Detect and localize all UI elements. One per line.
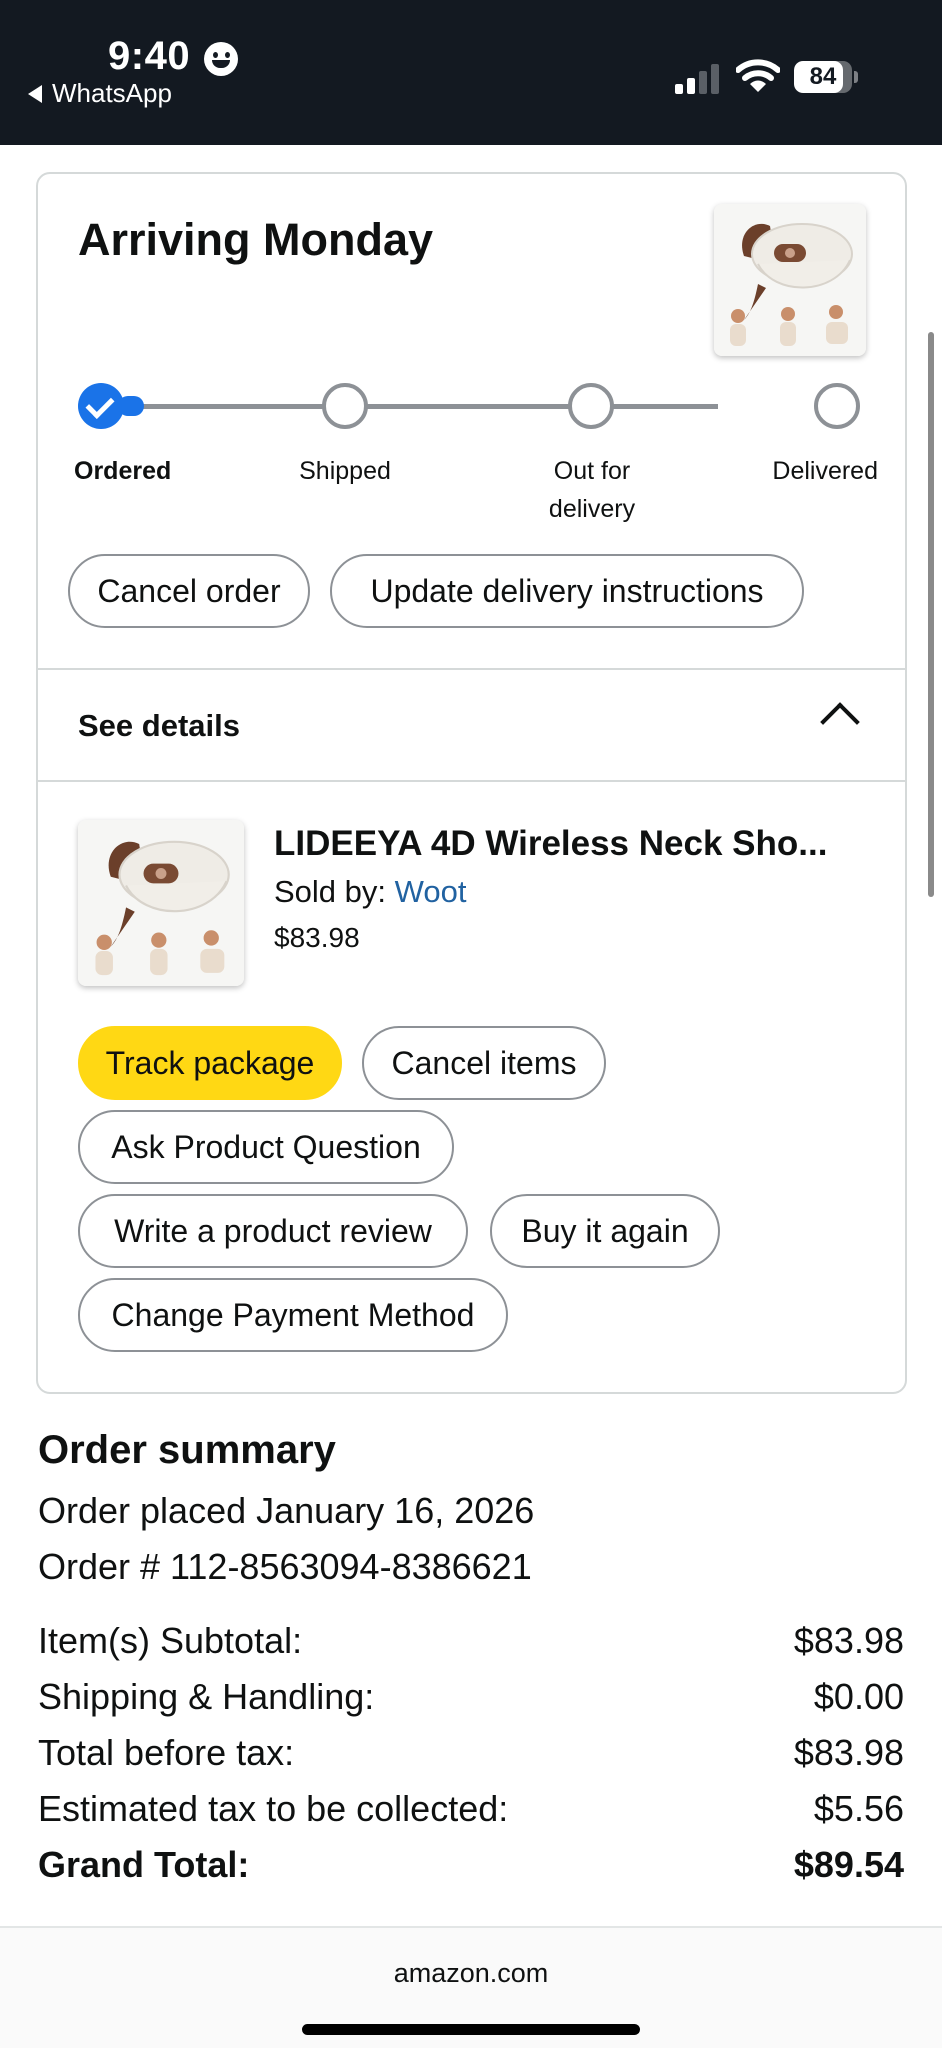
write-review-button[interactable]: Write a product review xyxy=(78,1194,468,1268)
track-package-button[interactable]: Track package xyxy=(78,1026,342,1100)
back-arrow-icon xyxy=(28,84,42,103)
summary-label: Item(s) Subtotal: xyxy=(38,1620,303,1661)
order-summary-heading: Order summary xyxy=(38,1428,336,1472)
order-number: Order # 112-8563094-8386621 xyxy=(38,1546,532,1587)
delivered-step-circle xyxy=(814,383,860,429)
smiley-face-icon xyxy=(204,42,238,76)
summary-label: Estimated tax to be collected: xyxy=(38,1788,509,1829)
step-label-out-for-delivery: Out for delivery xyxy=(548,457,636,523)
change-payment-method-button[interactable]: Change Payment Method xyxy=(78,1278,508,1352)
cancel-order-button[interactable]: Cancel order xyxy=(68,554,310,628)
wifi-icon xyxy=(736,59,780,92)
order-placed-date: Order placed January 16, 2026 xyxy=(38,1490,535,1531)
browser-footer: amazon.com xyxy=(0,1926,942,2048)
product-thumbnail[interactable] xyxy=(714,204,866,356)
item-price: $83.98 xyxy=(274,922,360,953)
step-label-shipped: Shipped xyxy=(299,457,391,485)
divider xyxy=(38,668,905,670)
neck-massager-image xyxy=(78,820,244,986)
buy-it-again-button[interactable]: Buy it again xyxy=(490,1194,720,1268)
cancel-items-button[interactable]: Cancel items xyxy=(362,1026,606,1100)
summary-label: Total before tax: xyxy=(38,1732,295,1773)
battery-icon: 84 xyxy=(794,61,858,93)
out-for-delivery-step-circle xyxy=(568,383,614,429)
summary-row-subtotal: Item(s) Subtotal: $83.98 xyxy=(38,1620,904,1662)
cellular-signal-icon xyxy=(675,64,719,94)
chevron-up-icon[interactable] xyxy=(820,702,860,742)
summary-value: $5.56 xyxy=(813,1788,904,1829)
step-label-delivered: Delivered xyxy=(772,457,878,485)
product-title[interactable]: LIDEEYA 4D Wireless Neck Sho... xyxy=(274,824,827,864)
scrollbar[interactable] xyxy=(928,332,934,897)
summary-label: Grand Total: xyxy=(38,1844,250,1885)
home-indicator[interactable] xyxy=(302,2024,640,2035)
neck-massager-image xyxy=(714,204,866,356)
progress-line xyxy=(138,404,718,409)
progress-indicator-dot xyxy=(118,396,144,416)
seller-link[interactable]: Woot xyxy=(395,874,467,909)
divider xyxy=(38,780,905,782)
summary-label: Shipping & Handling: xyxy=(38,1676,375,1717)
shipped-step-circle xyxy=(322,383,368,429)
sold-by: Sold by: Woot xyxy=(274,874,466,910)
summary-value: $0.00 xyxy=(813,1676,904,1717)
summary-row-shipping: Shipping & Handling: $0.00 xyxy=(38,1676,904,1718)
step-label-ordered: Ordered xyxy=(74,457,172,485)
url-domain[interactable]: amazon.com xyxy=(0,1958,942,1989)
sold-by-label: Sold by: xyxy=(274,874,387,909)
update-delivery-instructions-button[interactable]: Update delivery instructions xyxy=(330,554,804,628)
summary-value: $89.54 xyxy=(793,1844,904,1885)
ask-product-question-button[interactable]: Ask Product Question xyxy=(78,1110,454,1184)
see-details-toggle[interactable]: See details xyxy=(78,708,240,744)
summary-row-before-tax: Total before tax: $83.98 xyxy=(38,1732,904,1774)
arrival-heading: Arriving Monday xyxy=(78,214,434,265)
battery-percent: 84 xyxy=(809,63,837,90)
back-to-app-button[interactable]: WhatsApp xyxy=(28,78,172,109)
shipment-card: Arriving Monday Ordered Shipped Out for … xyxy=(36,172,907,1394)
status-time: 9:40 xyxy=(108,34,191,78)
item-thumbnail[interactable] xyxy=(78,820,244,986)
summary-value: $83.98 xyxy=(793,1732,904,1773)
summary-row-grand-total: Grand Total: $89.54 xyxy=(38,1844,904,1886)
status-bar: 9:40 WhatsApp 84 xyxy=(0,0,942,145)
summary-value: $83.98 xyxy=(793,1620,904,1661)
summary-row-tax: Estimated tax to be collected: $5.56 xyxy=(38,1788,904,1830)
back-app-label: WhatsApp xyxy=(52,78,172,108)
